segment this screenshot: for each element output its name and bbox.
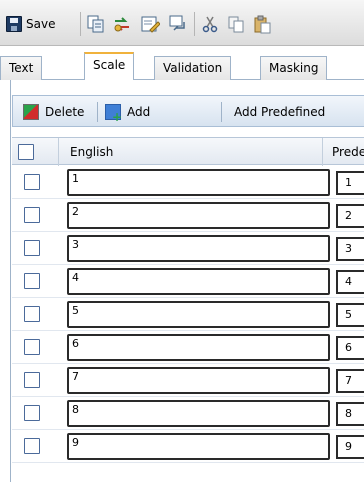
english-input[interactable]: 7 bbox=[67, 367, 330, 394]
export-icon bbox=[169, 15, 185, 31]
select-all-checkbox[interactable] bbox=[18, 144, 34, 160]
column-divider bbox=[322, 138, 323, 166]
english-input[interactable]: 5 bbox=[67, 301, 330, 328]
predefined-input[interactable]: 9 bbox=[336, 435, 364, 459]
swap-button[interactable] bbox=[112, 14, 132, 34]
tab-text[interactable]: Text bbox=[0, 56, 43, 80]
grid-toolbar-separator bbox=[97, 102, 98, 122]
swap-icon bbox=[114, 17, 129, 32]
row-checkbox[interactable] bbox=[24, 438, 40, 454]
english-input[interactable]: 6 bbox=[67, 334, 330, 361]
save-label: Save bbox=[26, 17, 56, 31]
copy-form-icon bbox=[87, 15, 104, 33]
row-checkbox[interactable] bbox=[24, 174, 40, 190]
predefined-input[interactable]: 6 bbox=[336, 336, 364, 360]
tab-scale[interactable]: Scale bbox=[84, 52, 135, 81]
table-row: 2 2 bbox=[12, 199, 364, 232]
predefined-input[interactable]: 4 bbox=[336, 270, 364, 294]
export-button[interactable] bbox=[168, 14, 188, 34]
paste-button[interactable] bbox=[252, 14, 272, 34]
english-input[interactable]: 4 bbox=[67, 268, 330, 295]
row-checkbox[interactable] bbox=[24, 405, 40, 421]
tab-scale-label: Scale bbox=[93, 58, 126, 72]
tab-text-label: Text bbox=[9, 61, 34, 75]
toolbar-separator bbox=[194, 12, 195, 36]
main-toolbar: Save bbox=[0, 0, 364, 46]
row-checkbox[interactable] bbox=[24, 339, 40, 355]
edit-button[interactable] bbox=[140, 14, 161, 34]
cut-button[interactable] bbox=[200, 14, 220, 34]
save-button[interactable]: Save bbox=[6, 14, 72, 34]
table-row: 1 1 bbox=[12, 166, 364, 199]
add-predefined-label: Add Predefined bbox=[234, 105, 326, 119]
delete-label: Delete bbox=[45, 105, 85, 119]
english-input[interactable]: 8 bbox=[67, 400, 330, 427]
english-input[interactable]: 3 bbox=[67, 235, 330, 262]
predefined-input[interactable]: 5 bbox=[336, 303, 364, 327]
table-row: 6 6 bbox=[12, 331, 364, 364]
english-input[interactable]: 2 bbox=[67, 202, 330, 229]
grid-toolbar-separator bbox=[221, 102, 222, 122]
save-icon bbox=[6, 16, 22, 32]
toolbar-separator bbox=[80, 12, 81, 36]
english-input[interactable]: 9 bbox=[67, 433, 330, 460]
delete-button[interactable]: Delete bbox=[23, 102, 84, 122]
delete-icon bbox=[23, 104, 39, 120]
row-checkbox[interactable] bbox=[24, 240, 40, 256]
table-row: 7 7 bbox=[12, 364, 364, 397]
column-divider bbox=[58, 138, 59, 166]
copy-icon bbox=[228, 16, 244, 33]
predefined-input[interactable]: 8 bbox=[336, 402, 364, 426]
table-row: 9 9 bbox=[12, 430, 364, 463]
copy-form-button[interactable] bbox=[86, 14, 106, 34]
tab-strip: Text Scale Validation Masking bbox=[0, 46, 364, 81]
tab-validation-label: Validation bbox=[163, 61, 223, 75]
add-icon bbox=[105, 104, 122, 123]
predefined-input[interactable]: 1 bbox=[336, 171, 364, 195]
paste-icon bbox=[254, 15, 271, 34]
table-row: 8 8 bbox=[12, 397, 364, 430]
column-header-predefined[interactable]: Predefined bbox=[332, 138, 364, 166]
grid-toolbar: Delete Add Add Predefined bbox=[12, 95, 364, 127]
table-header: English Predefined bbox=[12, 137, 364, 166]
table-row: 3 3 bbox=[12, 232, 364, 265]
table-row: 4 4 bbox=[12, 265, 364, 298]
tab-masking[interactable]: Masking bbox=[260, 56, 328, 80]
english-input[interactable]: 1 bbox=[67, 169, 330, 196]
predefined-input[interactable]: 2 bbox=[336, 204, 364, 228]
edit-icon bbox=[141, 16, 161, 33]
column-header-english[interactable]: English bbox=[70, 138, 113, 166]
tab-validation[interactable]: Validation bbox=[154, 56, 232, 80]
predefined-input[interactable]: 7 bbox=[336, 369, 364, 393]
copy-button[interactable] bbox=[226, 14, 246, 34]
add-label: Add bbox=[127, 105, 151, 119]
predefined-input[interactable]: 3 bbox=[336, 237, 364, 261]
add-predefined-button[interactable]: Add Predefined bbox=[234, 102, 325, 122]
cut-icon bbox=[202, 16, 218, 33]
row-checkbox[interactable] bbox=[24, 372, 40, 388]
add-button[interactable]: Add bbox=[105, 102, 151, 123]
tab-masking-label: Masking bbox=[269, 61, 319, 75]
table-row: 5 5 bbox=[12, 298, 364, 331]
row-checkbox[interactable] bbox=[24, 306, 40, 322]
app-window: Save Text Scale Validation Masking Delet… bbox=[0, 0, 364, 482]
row-checkbox[interactable] bbox=[24, 207, 40, 223]
row-checkbox[interactable] bbox=[24, 273, 40, 289]
